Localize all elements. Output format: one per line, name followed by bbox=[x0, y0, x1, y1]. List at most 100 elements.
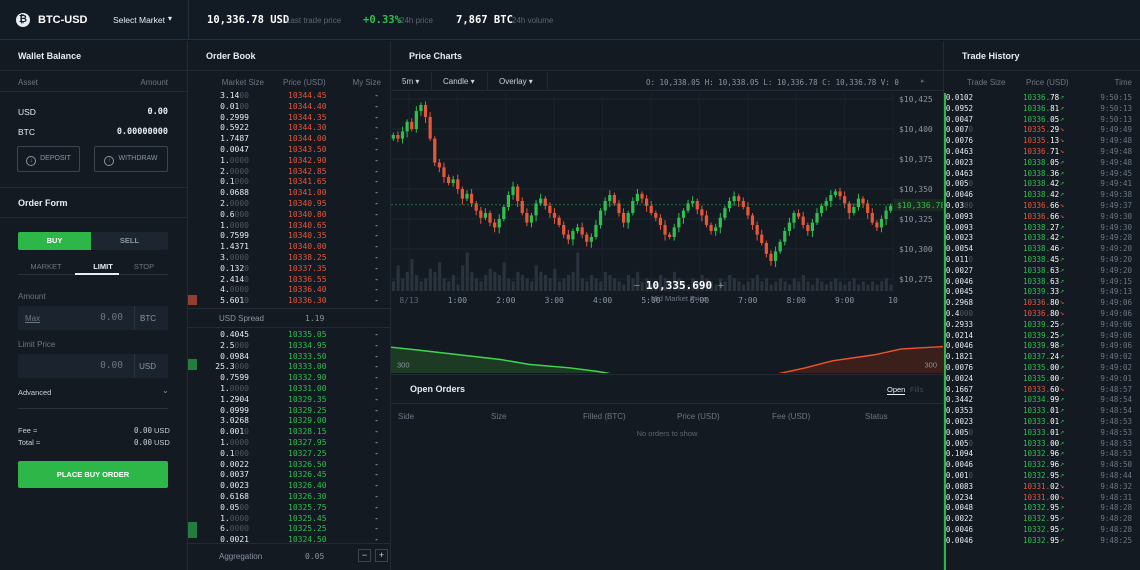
order-size: 1.7487 bbox=[220, 134, 249, 143]
order-book-row[interactable]: 6.0000 10325.25 - bbox=[188, 524, 391, 535]
trade-price-int: 10332. bbox=[1023, 503, 1051, 513]
trade-time: 9:49:48 bbox=[1100, 157, 1132, 167]
order-book-row[interactable]: 1.0000 10340.65 - bbox=[188, 221, 391, 232]
order-book-row[interactable]: 0.0688 10341.00 - bbox=[188, 188, 391, 199]
order-book-row[interactable]: 3.0268 10329.00 - bbox=[188, 416, 391, 427]
mid-price-decrease[interactable]: − bbox=[634, 280, 640, 292]
trade-size: 0.1094 bbox=[946, 449, 973, 458]
tab-open[interactable]: Open bbox=[887, 385, 906, 395]
chart-style-select[interactable]: Candle ▾ bbox=[443, 77, 475, 86]
total-unit: USD bbox=[154, 438, 170, 447]
order-book-row[interactable]: 0.0022 10326.50 - bbox=[188, 460, 391, 471]
order-book-row[interactable]: 3.1400 10344.45 - bbox=[188, 91, 391, 102]
order-book-row[interactable]: 5.6010 10336.30 - bbox=[188, 296, 391, 307]
order-book-row[interactable]: 0.0500 10325.75 - bbox=[188, 503, 391, 514]
tab-stop[interactable]: STOP bbox=[116, 262, 172, 271]
order-book-row[interactable]: 1.0000 10327.95 - bbox=[188, 438, 391, 449]
order-price: 10344.35 bbox=[288, 112, 327, 122]
order-book-row[interactable]: 25.3000 10333.00 - bbox=[188, 362, 391, 373]
volume-bar bbox=[778, 278, 782, 291]
arrow-down-right-icon: ↘ bbox=[1060, 492, 1065, 501]
order-book-row[interactable]: 2.0000 10342.85 - bbox=[188, 167, 391, 178]
candle-body bbox=[483, 213, 488, 218]
my-size: - bbox=[374, 296, 379, 306]
candle-body bbox=[810, 222, 815, 231]
trade-size: 0.0102 bbox=[946, 93, 973, 102]
buy-toggle[interactable]: BUY bbox=[18, 232, 91, 250]
trade-row: 0.0022 10332.95 ↗ 9:48:28 bbox=[944, 514, 1140, 525]
order-book-row[interactable]: 0.5922 10344.30 - bbox=[188, 123, 391, 134]
trade-size-value: 0.0463 bbox=[945, 168, 973, 178]
order-book-row[interactable]: 0.1000 10341.65 - bbox=[188, 177, 391, 188]
sell-toggle[interactable]: SELL bbox=[91, 232, 168, 250]
candle-body bbox=[552, 213, 557, 218]
tab-fills[interactable]: Fills bbox=[910, 385, 923, 394]
order-book-row[interactable]: 4.0000 10336.40 - bbox=[188, 285, 391, 296]
trade-price-int: 10331. bbox=[1023, 492, 1051, 502]
order-book-row[interactable]: 0.0023 10326.40 - bbox=[188, 481, 391, 492]
withdraw-button[interactable]: ↑ WITHDRAW bbox=[94, 146, 168, 172]
overlay-select[interactable]: Overlay ▾ bbox=[499, 77, 533, 86]
arrow-down-circle-icon: ↓ bbox=[26, 156, 37, 166]
order-book-row[interactable]: 2.4140 10336.55 - bbox=[188, 275, 391, 286]
chevron-down-icon[interactable]: ⌄ bbox=[162, 386, 169, 395]
order-book-row[interactable]: 0.0100 10344.40 - bbox=[188, 102, 391, 113]
order-book-row[interactable]: 2.5000 10334.95 - bbox=[188, 341, 391, 352]
trade-row: 0.0046 10332.95 ↗ 9:48:25 bbox=[944, 536, 1140, 547]
volume-bar bbox=[562, 278, 566, 291]
order-book-row[interactable]: 0.4045 10335.05 - bbox=[188, 330, 391, 341]
order-book-row[interactable]: 0.6168 10326.30 - bbox=[188, 492, 391, 503]
mid-market-price: 10,335.690 bbox=[645, 279, 713, 292]
order-book-row[interactable]: 0.0999 10329.25 - bbox=[188, 406, 391, 417]
order-book-row[interactable]: 0.7599 10340.35 - bbox=[188, 231, 391, 242]
trade-size: 0.0047 bbox=[946, 115, 973, 124]
order-book-row[interactable]: 0.0047 10343.50 - bbox=[188, 145, 391, 156]
deposit-button[interactable]: ↓ DEPOSIT bbox=[17, 146, 80, 172]
place-buy-order-button[interactable]: PLACE BUY ORDER bbox=[18, 461, 168, 488]
order-book-row[interactable]: 1.4371 10340.00 - bbox=[188, 242, 391, 253]
volume-bar bbox=[401, 278, 405, 291]
order-book-row[interactable]: 1.0000 10325.45 - bbox=[188, 514, 391, 525]
candle-body bbox=[723, 208, 727, 218]
volume-bar bbox=[419, 281, 423, 291]
order-book-row[interactable]: 0.0010 10328.15 - bbox=[188, 427, 391, 438]
aggregation-decrease-button[interactable]: − bbox=[358, 549, 371, 562]
limit-price-input[interactable]: 0.00 USD bbox=[18, 354, 168, 378]
select-market-dropdown[interactable]: Select Market bbox=[113, 15, 165, 25]
order-book-row[interactable]: 1.2904 10329.35 - bbox=[188, 395, 391, 406]
order-book-row[interactable]: 0.0984 10333.50 - bbox=[188, 352, 391, 363]
trade-price-decimals: 25 bbox=[1050, 330, 1060, 340]
volume-bar bbox=[543, 275, 548, 291]
chevron-right-icon[interactable]: ▸ bbox=[921, 77, 925, 85]
order-book-row[interactable]: 0.2999 10344.35 - bbox=[188, 113, 391, 124]
order-book-row[interactable]: 1.0000 10342.90 - bbox=[188, 156, 391, 167]
order-book-row[interactable]: 0.0037 10326.45 - bbox=[188, 470, 391, 481]
trade-price-int: 10336. bbox=[1023, 211, 1051, 221]
order-book-row[interactable]: 0.6000 10340.80 - bbox=[188, 210, 391, 221]
order-book-row[interactable]: 3.0000 10338.25 - bbox=[188, 253, 391, 264]
left-sidebar: Wallet Balance Asset Amount USD 0.00 BTC… bbox=[0, 41, 187, 570]
order-price: 10326.45 bbox=[288, 470, 327, 480]
advanced-toggle[interactable]: Advanced bbox=[18, 388, 51, 397]
amount-input[interactable]: Max 0.00 BTC bbox=[18, 306, 168, 330]
chevron-down-icon[interactable]: ▾ bbox=[168, 14, 172, 23]
mid-price-increase[interactable]: + bbox=[718, 280, 724, 292]
my-size: - bbox=[374, 285, 379, 295]
order-size: 2.4140 bbox=[220, 275, 249, 284]
candlestick-chart[interactable]: $10,275 $10,300 $10,325 $10,350 $10,375 $10,4… bbox=[391, 91, 943, 373]
candle-body bbox=[589, 237, 593, 242]
order-book-row[interactable]: 2.0000 10340.95 - bbox=[188, 199, 391, 210]
my-size: - bbox=[374, 416, 379, 426]
trade-price: 10333.01 bbox=[1023, 417, 1059, 426]
max-link[interactable]: Max bbox=[25, 314, 40, 323]
tab-market[interactable]: MARKET bbox=[18, 262, 74, 271]
order-book-row[interactable]: 1.0000 10331.00 - bbox=[188, 384, 391, 395]
order-book-row[interactable]: 0.7599 10332.90 - bbox=[188, 373, 391, 384]
order-book-row[interactable]: 0.1320 10337.35 - bbox=[188, 264, 391, 275]
candle-body bbox=[884, 210, 888, 219]
order-book-row[interactable]: 0.1000 10327.25 - bbox=[188, 449, 391, 460]
candle-body bbox=[879, 219, 884, 228]
order-book-row[interactable]: 1.7487 10344.00 - bbox=[188, 134, 391, 145]
interval-select[interactable]: 5m ▾ bbox=[402, 77, 419, 86]
aggregation-increase-button[interactable]: + bbox=[375, 549, 388, 562]
